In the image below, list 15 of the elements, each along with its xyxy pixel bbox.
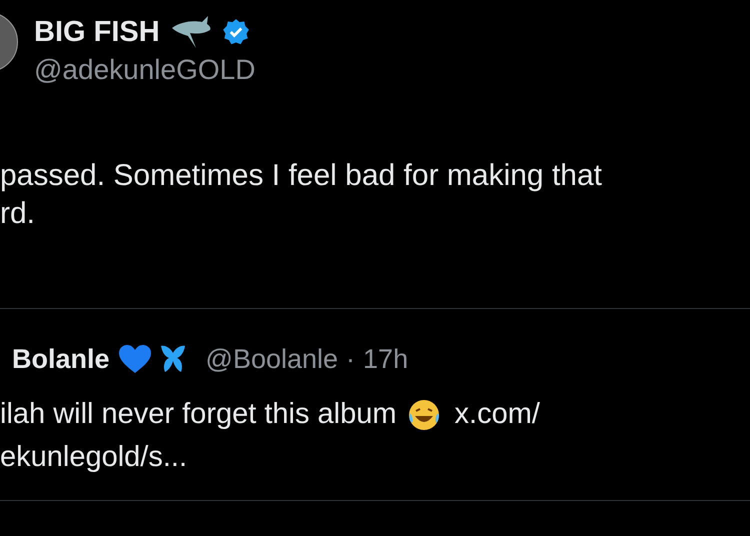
post-link[interactable]: x.com/ <box>454 392 540 436</box>
post-link[interactable]: ekunlegold/s... <box>0 436 750 478</box>
shark-icon <box>170 14 212 50</box>
author-name: BIG FISH <box>34 15 160 50</box>
post-text: rd. <box>0 196 36 232</box>
laughing-face-icon <box>406 398 441 432</box>
reply-author-name: Bolanle <box>12 343 110 376</box>
reply-handle: @Boolanle <box>206 343 338 376</box>
author-handle: @adekunleGOLD <box>34 53 256 87</box>
post-text: passed. Sometimes I feel bad for making that <box>0 158 603 194</box>
separator-dot: · <box>346 343 356 376</box>
reply-time: 17h <box>363 343 408 376</box>
reply-text: ilah will never forget this album <box>0 396 397 432</box>
heart-icon <box>118 344 152 374</box>
butterfly-icon <box>160 345 186 374</box>
